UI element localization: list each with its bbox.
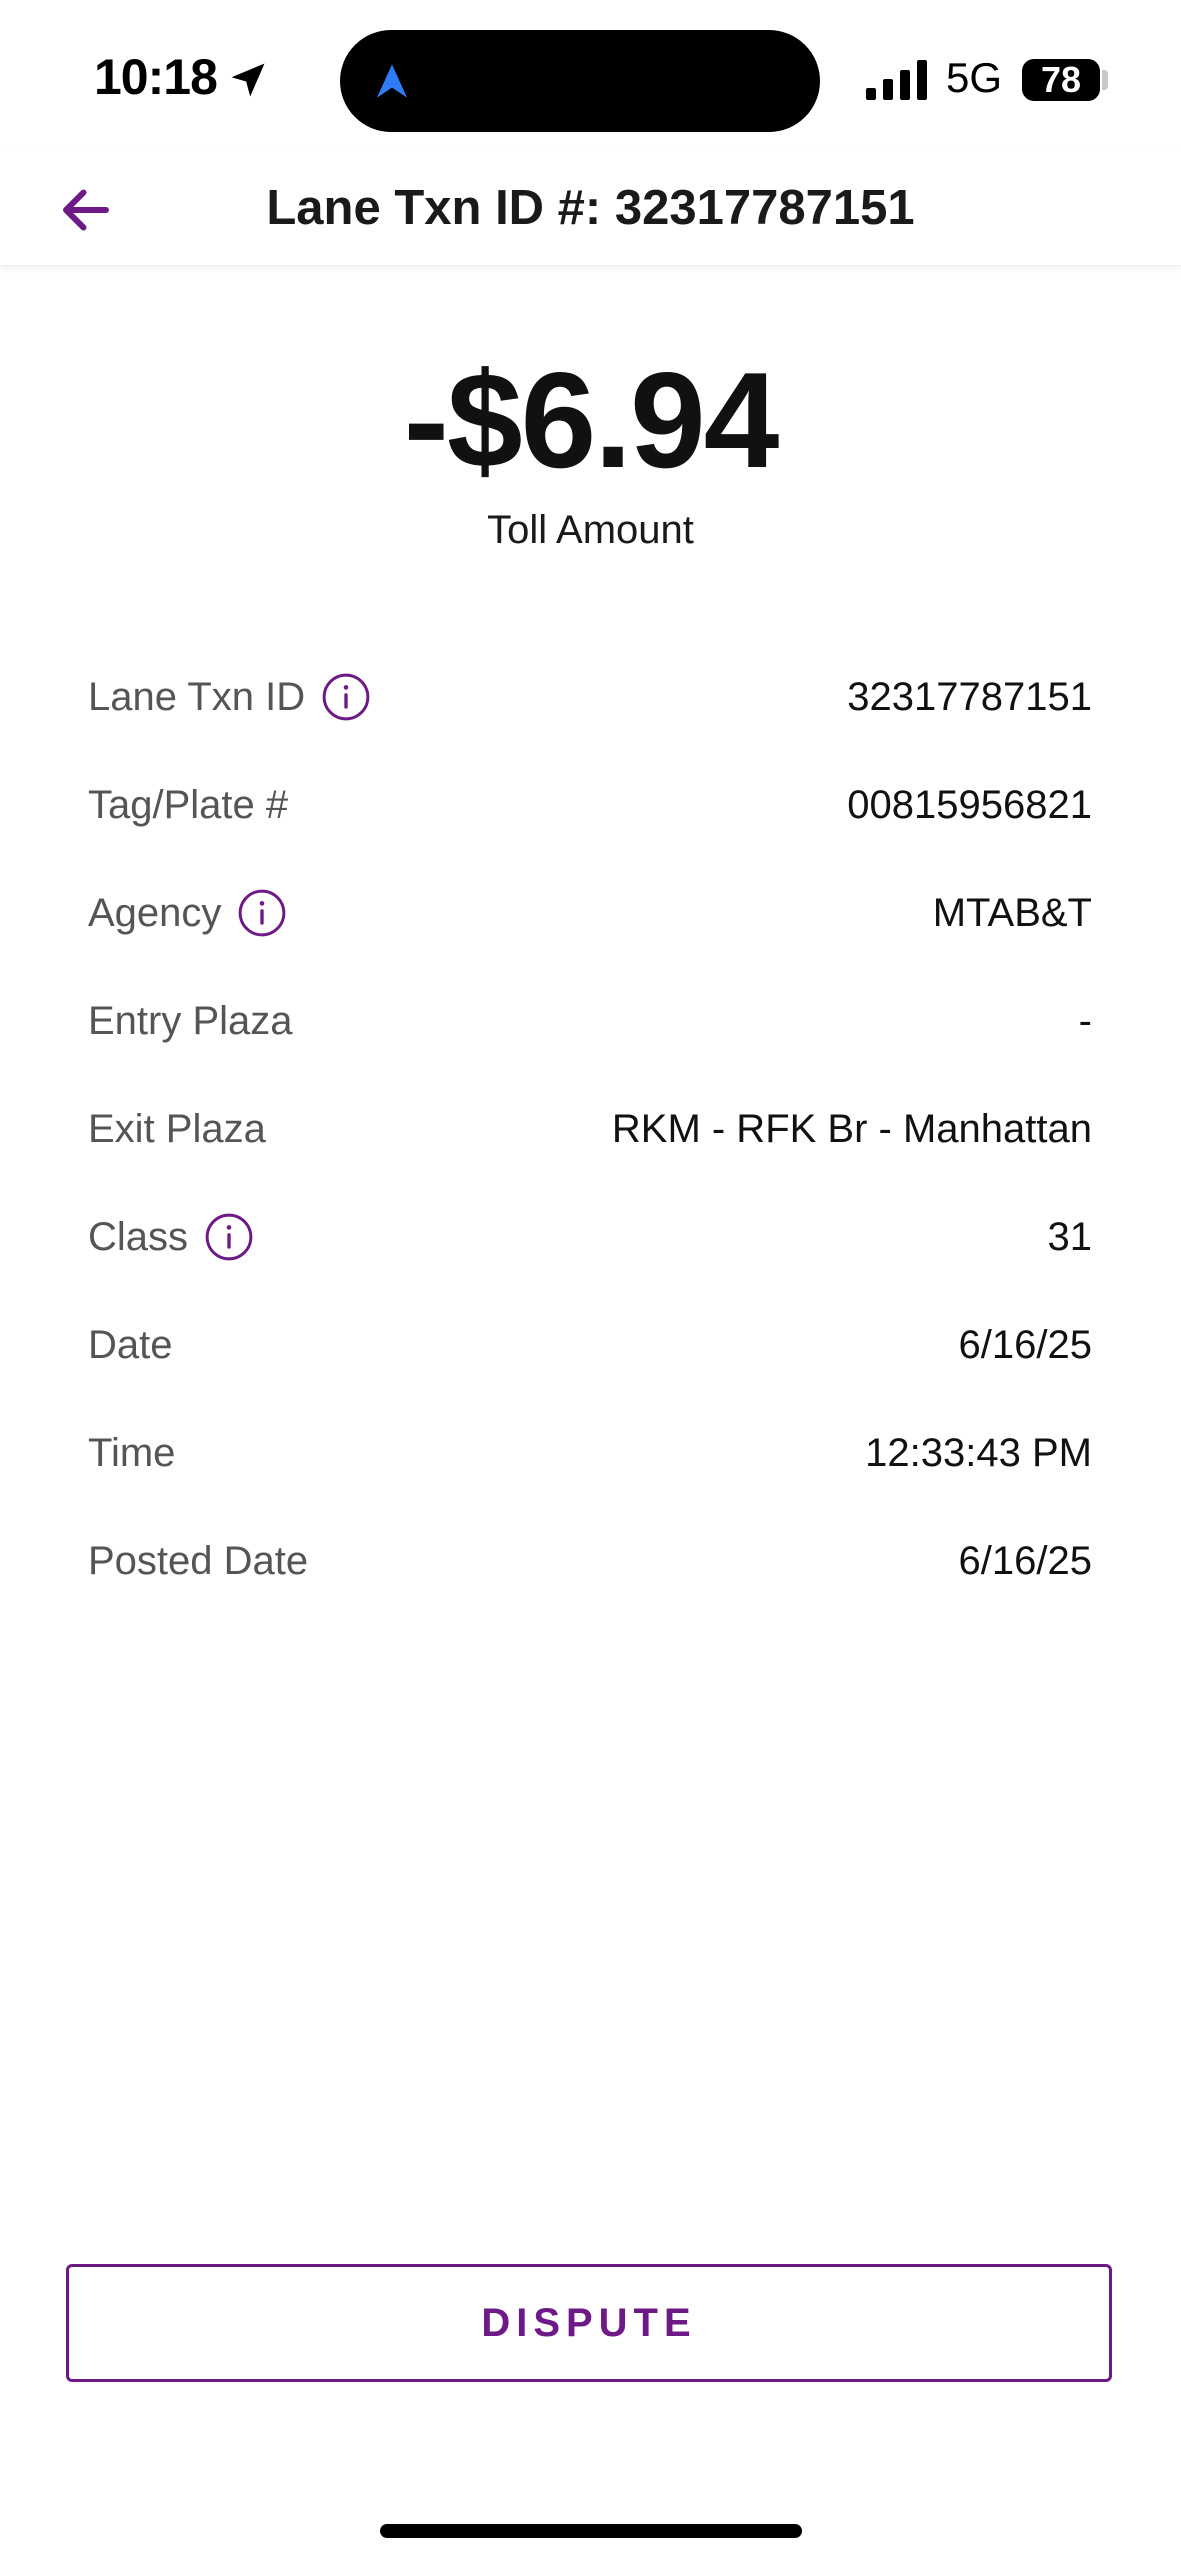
detail-row-lane-txn-id: Lane Txn ID 32317787151 (88, 660, 1092, 768)
status-time: 10:18 (94, 49, 218, 105)
detail-value: MTAB&T (932, 891, 1092, 935)
detail-row-posted-date: Posted Date 6/16/25 (88, 1524, 1092, 1632)
transaction-details: Lane Txn ID 32317787151 Tag/Plate # 0081… (88, 660, 1092, 1632)
battery-level: 78 (1040, 59, 1082, 100)
detail-label: Time (88, 1431, 176, 1475)
detail-value: 00815956821 (847, 783, 1092, 827)
navigation-arrow-icon (377, 64, 407, 98)
detail-label: Exit Plaza (88, 1107, 266, 1151)
detail-label: Tag/Plate # (88, 783, 289, 827)
header-bar: Lane Txn ID #: 32317787151 (0, 150, 1181, 266)
cellular-signal-icon (866, 60, 927, 100)
toll-amount-label: Toll Amount (487, 508, 694, 552)
battery-icon: 78 (1022, 59, 1100, 101)
battery-cap (1102, 70, 1108, 90)
detail-label: Entry Plaza (88, 999, 293, 1043)
network-type: 5G (946, 54, 1003, 101)
detail-row-agency: Agency MTAB&T (88, 876, 1092, 984)
dispute-button[interactable]: DISPUTE (66, 2264, 1112, 2382)
detail-value: 12:33:43 PM (865, 1431, 1092, 1475)
detail-label: Class (88, 1215, 189, 1259)
detail-row-time: Time 12:33:43 PM (88, 1416, 1092, 1524)
detail-value: 6/16/25 (958, 1323, 1092, 1367)
detail-label: Lane Txn ID (88, 675, 306, 719)
location-arrow-icon (231, 63, 265, 97)
detail-row-entry-plaza: Entry Plaza - (88, 984, 1092, 1092)
detail-value: 6/16/25 (958, 1539, 1092, 1583)
detail-row-date: Date 6/16/25 (88, 1308, 1092, 1416)
dynamic-island (340, 30, 820, 132)
home-indicator[interactable] (380, 2524, 802, 2538)
info-icon[interactable] (204, 1212, 254, 1262)
detail-value: - (1078, 999, 1092, 1043)
detail-row-tag-plate: Tag/Plate # 00815956821 (88, 768, 1092, 876)
detail-value: RKM - RFK Br - Manhattan (611, 1107, 1092, 1151)
info-icon[interactable] (321, 672, 371, 722)
detail-value: 32317787151 (847, 675, 1092, 719)
detail-value: 31 (1047, 1215, 1093, 1259)
status-bar: 10:18 5G 78 (0, 0, 1181, 150)
detail-label: Posted Date (88, 1539, 309, 1583)
page-title: Lane Txn ID #: 32317787151 (266, 181, 915, 235)
detail-row-class: Class 31 (88, 1200, 1092, 1308)
info-icon[interactable] (237, 888, 287, 938)
detail-label: Date (88, 1323, 173, 1367)
detail-label: Agency (88, 891, 222, 935)
detail-row-exit-plaza: Exit Plaza RKM - RFK Br - Manhattan (88, 1092, 1092, 1200)
toll-amount: -$6.94 (403, 344, 780, 496)
